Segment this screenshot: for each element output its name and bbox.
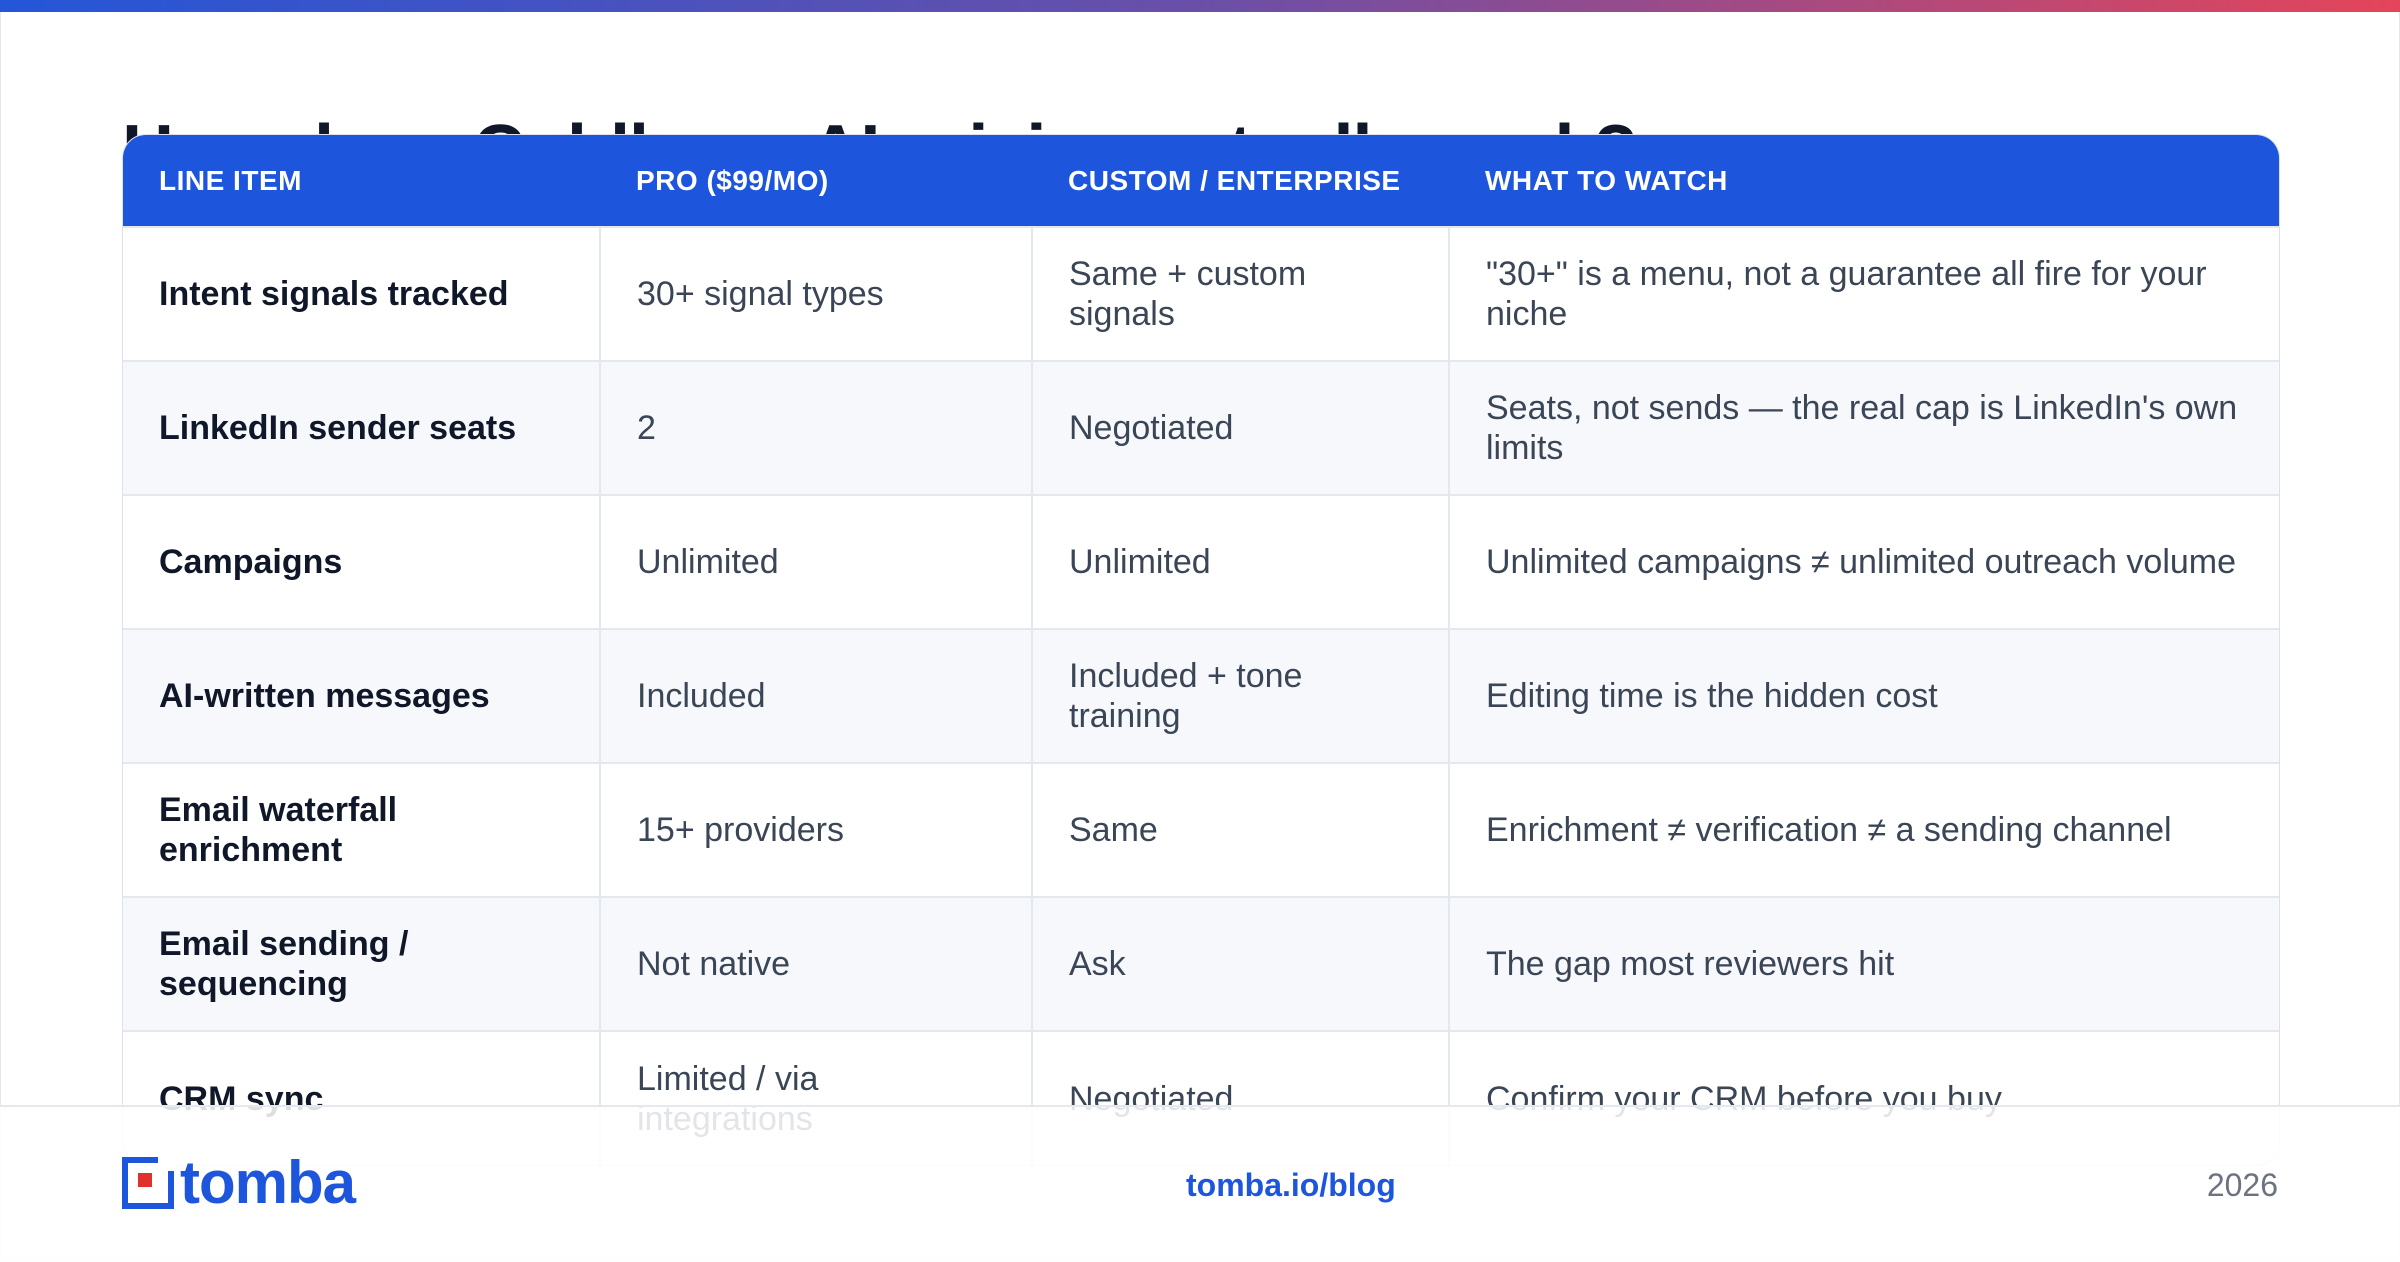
- brand-logo[interactable]: tomba: [122, 1149, 356, 1216]
- table-row: LinkedIn sender seats 2 Negotiated Seats…: [123, 360, 2279, 495]
- top-gradient-bar: [0, 0, 2400, 12]
- pro-cell: 30+ signal types: [600, 226, 1033, 361]
- table-row: Email sending / sequencing Not native As…: [123, 896, 2279, 1031]
- watch-cell: The gap most reviewers hit: [1449, 896, 2279, 1031]
- enterprise-cell: Included + tone training: [1032, 628, 1450, 763]
- pro-cell: Included: [600, 628, 1033, 763]
- enterprise-cell: Ask: [1032, 896, 1450, 1031]
- pricing-table-card: LINE ITEM PRO ($99/MO) CUSTOM / ENTERPRI…: [122, 134, 2280, 1166]
- line-item-cell: Email sending / sequencing: [123, 896, 601, 1031]
- table-row: Email waterfall enrichment 15+ providers…: [123, 762, 2279, 897]
- pro-cell: Not native: [600, 896, 1033, 1031]
- pro-cell: Unlimited: [600, 494, 1033, 629]
- table-row: Campaigns Unlimited Unlimited Unlimited …: [123, 494, 2279, 629]
- footer-year: 2026: [2206, 1167, 2278, 1203]
- watch-cell: Enrichment ≠ verification ≠ a sending ch…: [1449, 762, 2279, 897]
- blog-link[interactable]: tomba.io/blog: [1186, 1167, 1396, 1204]
- line-item-cell: AI-written messages: [123, 628, 601, 763]
- header-what-to-watch: WHAT TO WATCH: [1485, 164, 1728, 196]
- pro-cell: 15+ providers: [600, 762, 1033, 897]
- header-custom-enterprise: CUSTOM / ENTERPRISE: [1068, 164, 1401, 196]
- line-item-cell: Campaigns: [123, 494, 601, 629]
- pricing-table: LINE ITEM PRO ($99/MO) CUSTOM / ENTERPRI…: [123, 135, 2279, 1165]
- header-line-item: LINE ITEM: [159, 164, 302, 196]
- footer: tomba tomba.io/blog 2026: [0, 1105, 2400, 1262]
- line-item-cell: Email waterfall enrichment: [123, 762, 601, 897]
- enterprise-cell: Same: [1032, 762, 1450, 897]
- brand-wordmark: tomba: [180, 1149, 356, 1216]
- enterprise-cell: Unlimited: [1032, 494, 1450, 629]
- line-item-cell: LinkedIn sender seats: [123, 360, 601, 495]
- pro-cell: 2: [600, 360, 1033, 495]
- tomba-logo-icon: [122, 1157, 174, 1209]
- watch-cell: Unlimited campaigns ≠ unlimited outreach…: [1449, 494, 2279, 629]
- table-row: AI-written messages Included Included + …: [123, 628, 2279, 763]
- header-pro: PRO ($99/MO): [636, 164, 829, 196]
- enterprise-cell: Same + custom signals: [1032, 226, 1450, 361]
- watch-cell: Seats, not sends — the real cap is Linke…: [1449, 360, 2279, 495]
- watch-cell: "30+" is a menu, not a guarantee all fir…: [1449, 226, 2279, 361]
- table-row: Intent signals tracked 30+ signal types …: [123, 226, 2279, 361]
- enterprise-cell: Negotiated: [1032, 360, 1450, 495]
- table-header-row: LINE ITEM PRO ($99/MO) CUSTOM / ENTERPRI…: [123, 135, 2279, 227]
- line-item-cell: Intent signals tracked: [123, 226, 601, 361]
- watch-cell: Editing time is the hidden cost: [1449, 628, 2279, 763]
